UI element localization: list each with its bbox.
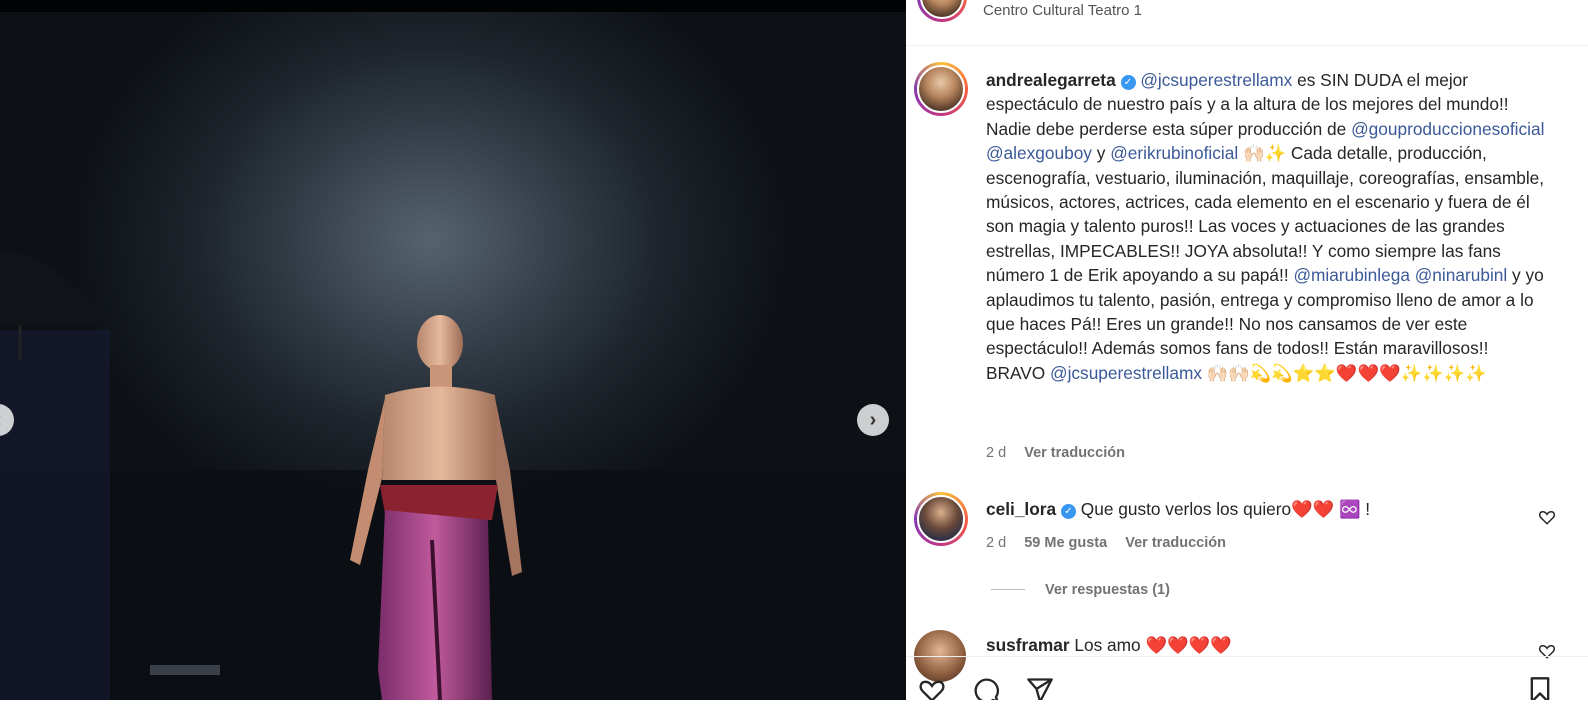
caption-username[interactable]: andrealegarreta (986, 70, 1116, 90)
caption-meta: 2 d Ver traducción (986, 445, 1139, 461)
post-media: ‹ › (0, 0, 906, 700)
comment-username[interactable]: susframar (986, 635, 1070, 655)
comment-translate-link[interactable]: Ver traducción (1125, 535, 1226, 551)
view-replies-label: Ver respuestas (1) (1045, 582, 1170, 598)
header-divider (906, 45, 1588, 46)
comment-text: Los amo ❤️❤️❤️❤️ (1074, 635, 1232, 655)
comment-like-heart-icon[interactable] (1538, 642, 1556, 660)
comment-like-heart-icon[interactable] (1538, 508, 1556, 526)
caption-text-segment: 🙌🏻🙌🏻💫💫⭐⭐❤️❤️❤️✨✨✨✨ (1202, 362, 1487, 383)
send-icon[interactable] (1024, 676, 1056, 700)
post-action-bar (906, 672, 1588, 700)
action-bar-divider (906, 656, 1588, 657)
verified-badge-icon: ✓ (1120, 75, 1136, 90)
caption-mention-link[interactable]: @alexgouboy (986, 143, 1092, 163)
chevron-right-icon[interactable]: › (857, 404, 889, 436)
caption-avatar[interactable] (914, 62, 968, 116)
post-side-panel: Centro Cultural Teatro 1 andrealegarreta… (906, 0, 1588, 700)
bookmark-icon[interactable] (1526, 676, 1554, 700)
replies-dash (991, 589, 1025, 590)
caption-mention-link[interactable]: @miarubinlega (1293, 265, 1410, 285)
header-avatar[interactable] (917, 0, 967, 22)
post-location[interactable]: Centro Cultural Teatro 1 (983, 2, 1142, 19)
comment-meta: 2 d 59 Me gusta Ver traducción (986, 535, 1240, 551)
caption-mention-link[interactable]: @erikrubinoficial (1110, 143, 1238, 163)
stage-photo (0, 250, 906, 700)
caption-mention-link[interactable]: @gouproduccionesoficial (1351, 119, 1544, 139)
view-replies-button[interactable]: Ver respuestas (1) (991, 582, 1170, 598)
comment-time: 2 d (986, 535, 1007, 551)
comment-icon[interactable] (970, 676, 1002, 700)
heart-icon[interactable] (916, 676, 948, 700)
caption-mention-link[interactable]: @jcsuperestrellamx (1050, 363, 1202, 383)
caption-time: 2 d (986, 445, 1007, 461)
caption-translate-link[interactable]: Ver traducción (1024, 445, 1125, 461)
comment-likes[interactable]: 59 Me gusta (1024, 535, 1107, 551)
page-bottom-strip (0, 700, 1588, 716)
verified-badge-icon: ✓ (1060, 504, 1076, 519)
caption-text-segment: y (1091, 143, 1111, 164)
post-caption: andrealegarreta ✓ @jcsuperestrellamx es … (986, 68, 1546, 385)
comment-item: celi_lora ✓ Que gusto verlos los quiero❤… (986, 497, 1370, 521)
comment-username[interactable]: celi_lora (986, 499, 1056, 519)
caption-text-segment: 🙌🏻✨ Cada detalle, producción, escenograf… (986, 143, 1545, 286)
comment-text: Que gusto verlos los quiero❤️❤️ ♾️ ! (1080, 499, 1371, 519)
comment-avatar[interactable] (914, 492, 968, 546)
comment-item: susframar Los amo ❤️❤️❤️❤️ (986, 633, 1232, 657)
caption-mention-link[interactable]: @jcsuperestrellamx (1140, 70, 1292, 90)
caption-mention-link[interactable]: @ninarubinl (1415, 265, 1507, 285)
caption-text: @jcsuperestrellamx es SIN DUDA el mejor … (986, 70, 1544, 383)
